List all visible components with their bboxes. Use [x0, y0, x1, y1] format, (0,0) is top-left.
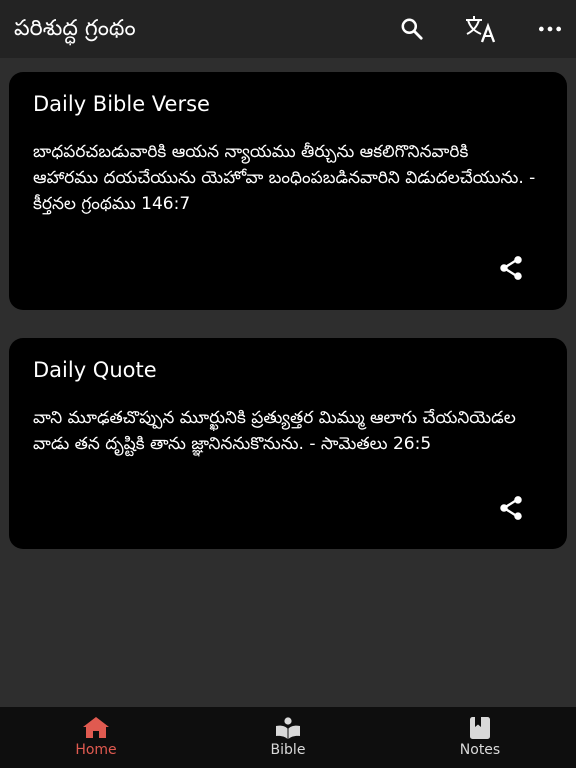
translate-icon [466, 16, 496, 43]
home-icon [83, 717, 109, 738]
share-button[interactable] [495, 492, 527, 524]
app-bar: పరిశుద్ధ గ్రంథం [0, 0, 576, 58]
share-icon [500, 496, 522, 520]
bottom-navigation: Home Bible Notes [0, 707, 576, 768]
card-title: Daily Bible Verse [33, 92, 210, 116]
app-title: పరిశుద్ధ గ్రంథం [14, 16, 136, 41]
verse-text: బాధపరచబడువారికి ఆయన న్యాయము తీర్చును ఆకల… [33, 142, 536, 214]
share-button[interactable] [495, 252, 527, 284]
nav-label-notes: Notes [459, 742, 501, 758]
card-title: Daily Quote [33, 358, 157, 382]
bible-icon [276, 717, 300, 739]
daily-bible-verse-card: Daily Bible Verse బాధపరచబడువారికి ఆయన న్… [9, 72, 567, 310]
nav-item-bible[interactable]: Bible [192, 707, 384, 768]
quote-text: వాని మూఢతచొప్పున మూర్ఖునికి ప్రత్యుత్తర … [33, 408, 516, 454]
search-button[interactable] [392, 9, 432, 49]
nav-item-home[interactable]: Home [0, 707, 192, 768]
nav-label-home: Home [75, 742, 117, 758]
nav-item-notes[interactable]: Notes [384, 707, 576, 768]
more-vertical-icon [538, 26, 562, 32]
daily-quote-card: Daily Quote వాని మూఢతచొప్పున మూర్ఖునికి … [9, 338, 567, 549]
translate-button[interactable] [461, 9, 501, 49]
more-button[interactable] [530, 9, 570, 49]
share-icon [500, 256, 522, 280]
notes-icon [470, 717, 490, 739]
search-icon [401, 18, 423, 40]
nav-label-bible: Bible [270, 742, 306, 758]
